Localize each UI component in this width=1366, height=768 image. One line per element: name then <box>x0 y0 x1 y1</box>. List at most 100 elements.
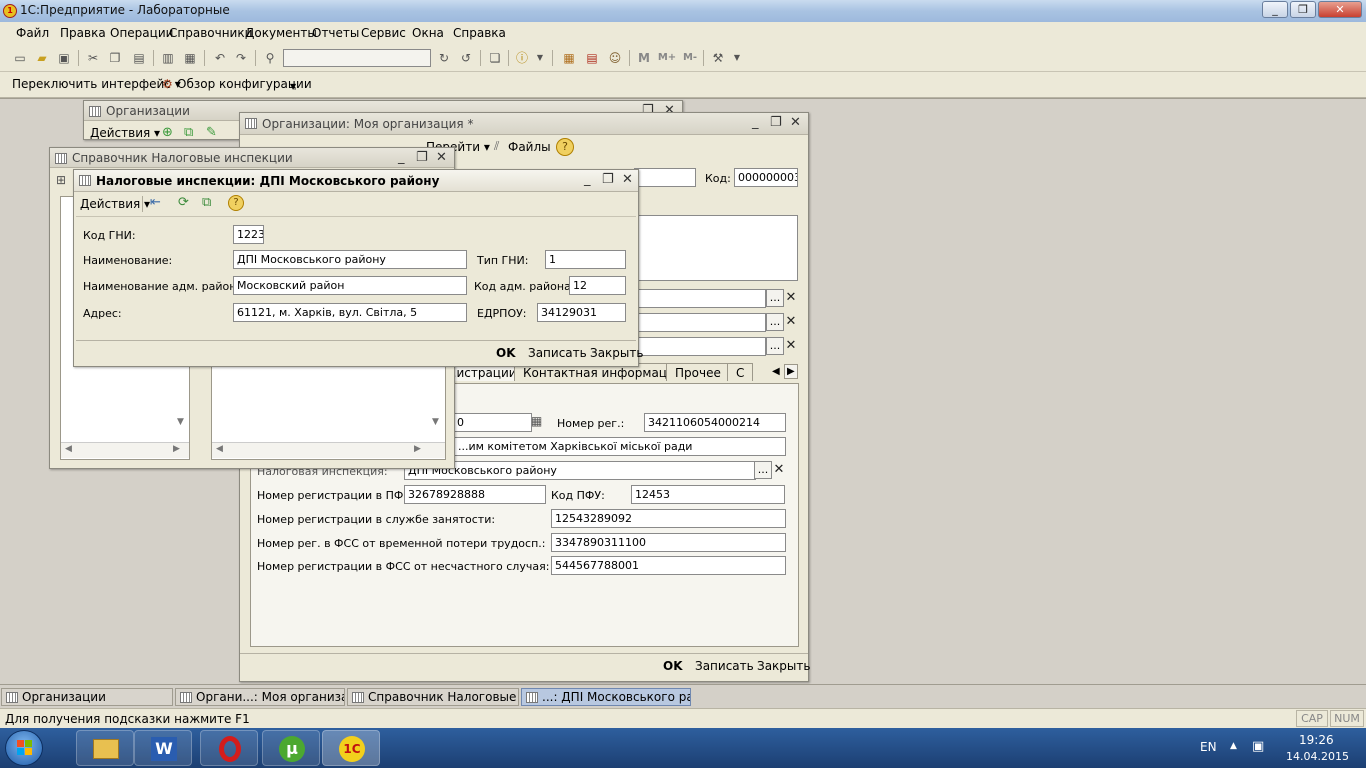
undo-icon[interactable]: ↶ <box>212 50 228 66</box>
tree-hscroll[interactable]: ◀ ▶ <box>61 442 189 458</box>
list-hscroll[interactable]: ◀ ▶ <box>212 442 445 458</box>
tax-dir-close-icon[interactable]: ✕ <box>436 150 447 165</box>
tax-code-field[interactable]: 1223 <box>233 225 264 244</box>
my-org-close-button[interactable]: Закрыть <box>757 659 810 673</box>
explorer-taskbar-icon[interactable] <box>76 730 134 766</box>
cut-icon[interactable]: ✂ <box>85 50 101 66</box>
search-input[interactable] <box>283 49 431 67</box>
menu-help[interactable]: Справка <box>453 26 506 40</box>
close-icon[interactable]: ✕ <box>1318 1 1362 18</box>
tax-minimize-icon[interactable]: _ <box>584 172 591 187</box>
switch-interface-button[interactable]: Переключить интерфейс ▾ <box>12 77 181 91</box>
tab-scroll-right-icon[interactable]: ▶ <box>784 364 798 379</box>
calculator-icon[interactable]: ▦ <box>561 50 577 66</box>
tax-type-field[interactable]: 1 <box>545 250 626 269</box>
paste-icon[interactable]: ▤ <box>131 50 147 66</box>
my-org-minimize-icon[interactable]: _ <box>752 115 759 130</box>
print-icon[interactable]: ▥ <box>160 50 176 66</box>
refresh-icon[interactable]: ⟳ <box>178 195 189 210</box>
info-icon[interactable]: ⓘ <box>514 50 530 66</box>
network-icon[interactable]: ▣ <box>1252 739 1264 754</box>
open-icon[interactable]: ▰ <box>34 50 50 66</box>
edrpou-field[interactable]: 34129031 <box>537 303 626 322</box>
field-row-2[interactable] <box>634 313 766 332</box>
tax-actions-button[interactable]: Действия ▾ <box>80 197 150 211</box>
tax-insp-field[interactable]: ДПІ Московського району <box>404 461 756 480</box>
tools-chevron-icon[interactable]: ▼ <box>729 50 745 66</box>
new-copy-icon[interactable]: ⧉ <box>202 195 211 210</box>
tab-scroll-left-icon[interactable]: ◀ <box>772 366 780 377</box>
new-icon[interactable]: ▭ <box>12 50 28 66</box>
my-org-save-button[interactable]: Записать <box>695 659 754 673</box>
tree-toggle-icon[interactable]: ⊞ <box>56 173 66 187</box>
orgs-actions-button[interactable]: Действия ▾ <box>90 126 160 140</box>
print-preview-icon[interactable]: ▦ <box>182 50 198 66</box>
search-next-icon[interactable]: ↻ <box>436 50 452 66</box>
fss-temp-field[interactable]: 3347890311100 <box>551 533 786 552</box>
my-org-close-icon[interactable]: ✕ <box>790 115 801 130</box>
window-tab-tax[interactable]: ...: ДПІ Московського району <box>521 688 691 706</box>
tools-icon[interactable]: ⚒ <box>710 50 726 66</box>
1c-taskbar-icon[interactable]: 1C <box>322 730 380 766</box>
select-button-3[interactable]: ... <box>766 337 784 355</box>
fss-accident-field[interactable]: 544567788001 <box>551 556 786 575</box>
windows-icon[interactable]: ❏ <box>487 50 503 66</box>
menu-edit[interactable]: Правка <box>60 26 106 40</box>
chevron-down-icon[interactable]: ▼ <box>532 50 548 66</box>
calendar-icon[interactable]: ▦ <box>531 414 542 428</box>
memory-minus-icon[interactable]: M- <box>680 50 700 66</box>
find-icon[interactable]: ⚲ <box>262 50 278 66</box>
start-button[interactable] <box>5 730 43 766</box>
field-row-1[interactable] <box>634 289 766 308</box>
files-button[interactable]: Файлы <box>508 140 551 154</box>
tax-ok-button[interactable]: OK <box>496 346 516 360</box>
employment-field[interactable]: 12543289092 <box>551 509 786 528</box>
menu-service[interactable]: Сервис <box>361 26 406 40</box>
word-taskbar-icon[interactable]: W <box>134 730 192 766</box>
tray-expand-icon[interactable]: ▲ <box>1230 741 1237 751</box>
tax-dir-maximize-icon[interactable]: ❐ <box>416 150 428 165</box>
copy-icon[interactable]: ❐ <box>107 50 123 66</box>
redo-icon[interactable]: ↷ <box>233 50 249 66</box>
add-icon[interactable]: ⊕ <box>162 125 173 140</box>
tax-dir-minimize-icon[interactable]: _ <box>398 150 405 165</box>
reg-num-field[interactable]: 3421106054000214 <box>644 413 786 432</box>
language-indicator[interactable]: EN <box>1200 740 1217 754</box>
tax-help-icon[interactable]: ? <box>228 195 244 211</box>
full-name-field[interactable] <box>634 215 798 281</box>
menu-reports[interactable]: Отчеты <box>312 26 359 40</box>
my-org-name-field[interactable] <box>634 168 696 187</box>
users-icon[interactable]: ☺ <box>607 50 623 66</box>
menu-windows[interactable]: Окна <box>412 26 444 40</box>
tab-more[interactable]: С <box>727 363 754 381</box>
my-org-ok-button[interactable]: OK <box>663 659 683 673</box>
clear-icon-1[interactable]: ✕ <box>783 289 799 307</box>
opera-taskbar-icon[interactable] <box>200 730 258 766</box>
utorrent-taskbar-icon[interactable]: µ <box>262 730 320 766</box>
memory-icon[interactable]: M <box>636 50 652 66</box>
list-scroll-down-icon[interactable]: ▼ <box>432 417 439 427</box>
clock-date[interactable]: 14.04.2015 <box>1286 750 1349 763</box>
calendar-icon[interactable]: ▤ <box>584 50 600 66</box>
minimize-icon[interactable]: _ <box>1262 1 1288 18</box>
copy-item-icon[interactable]: ⧉ <box>184 125 193 140</box>
config-chevron-icon[interactable]: ▼ <box>290 82 296 91</box>
tax-close-button[interactable]: Закрыть <box>590 346 643 360</box>
search-prev-icon[interactable]: ↺ <box>458 50 474 66</box>
save-icon[interactable]: ▣ <box>56 50 72 66</box>
address-field[interactable]: 61121, м. Харків, вул. Світла, 5 <box>233 303 467 322</box>
menu-operations[interactable]: Операции <box>110 26 173 40</box>
window-tab-organizations[interactable]: Организации <box>1 688 173 706</box>
pfu-code-field[interactable]: 12453 <box>631 485 785 504</box>
clock-time[interactable]: 19:26 <box>1299 733 1334 747</box>
maximize-icon[interactable]: ❐ <box>1290 1 1316 18</box>
clear-icon-3[interactable]: ✕ <box>783 337 799 355</box>
move-icon[interactable]: ⇤ <box>150 195 161 210</box>
select-button-2[interactable]: ... <box>766 313 784 331</box>
tax-insp-select-button[interactable]: ... <box>754 461 772 479</box>
memory-plus-icon[interactable]: M+ <box>656 50 678 66</box>
menu-file[interactable]: Файл <box>16 26 49 40</box>
registered-by-field[interactable]: ...им комітетом Харківської міської ради <box>454 437 786 456</box>
clear-icon-2[interactable]: ✕ <box>783 313 799 331</box>
window-tab-my-org[interactable]: Органи...: Моя организация * <box>175 688 345 706</box>
